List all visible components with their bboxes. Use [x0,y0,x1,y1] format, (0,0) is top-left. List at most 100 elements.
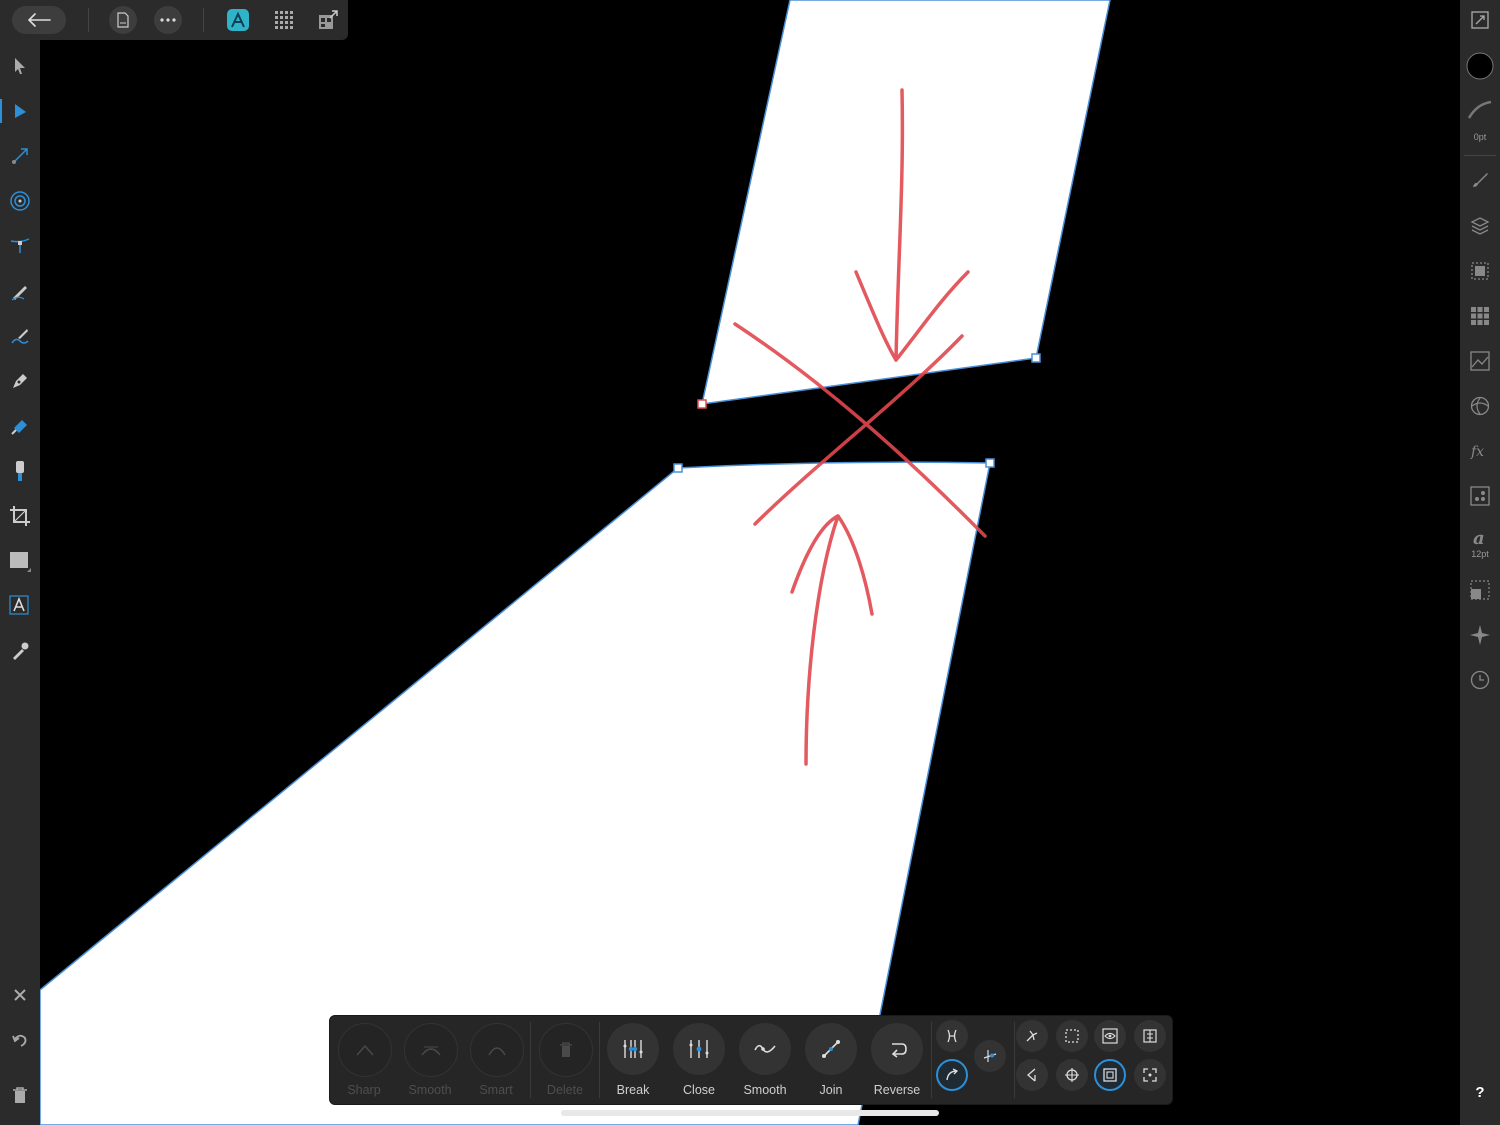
transform-mode-button[interactable] [936,1059,968,1091]
point-transform-icon [12,148,28,164]
transparency-icon [16,461,24,481]
selection-box-button[interactable] [1134,1059,1166,1091]
designer-persona-icon [227,9,249,31]
studio-panel: 0pt fx a 12pt ? [1460,0,1500,1125]
node-handle[interactable] [697,399,707,409]
fill-tool[interactable] [0,406,40,446]
image-icon [1470,351,1490,371]
break-button-circle [607,1023,659,1075]
constraints-button[interactable] [1460,251,1500,291]
transparency-tool[interactable] [0,451,40,491]
top-bar [0,0,348,40]
resize-studio-button[interactable] [1460,0,1500,40]
target-button[interactable] [1056,1059,1088,1091]
transform-box-icon [1103,1068,1117,1082]
show-handles-button[interactable] [1094,1020,1126,1052]
history-button[interactable] [1460,660,1500,700]
stroke-button[interactable] [1460,90,1500,130]
pen-tool[interactable] [0,361,40,401]
design-canvas[interactable] [0,0,1500,1125]
fill-color-swatch[interactable] [1460,46,1500,86]
smooth-node-button[interactable]: Smooth [400,1021,460,1101]
delete-button[interactable]: Delete [535,1021,595,1101]
artistic-text-tool[interactable] [0,586,40,626]
close-curve-button[interactable]: Close [669,1021,729,1101]
rectangle-tool[interactable] [0,541,40,581]
export-persona-button[interactable] [314,6,342,34]
break-button[interactable]: Break [603,1021,663,1101]
brushes-button[interactable] [1460,160,1500,200]
pencil-tool[interactable] [0,271,40,311]
corner-tool[interactable] [0,226,40,266]
text-icon [9,595,29,615]
node-snapping-button[interactable] [974,1040,1006,1072]
toolbar-separator [1014,1022,1015,1098]
fx-icon: fx [1470,444,1484,459]
smart-button[interactable]: Smart [466,1021,526,1101]
svg-text:a: a [1473,528,1485,548]
more-button[interactable] [154,6,182,34]
layers-button[interactable] [1460,206,1500,246]
swatches-button[interactable] [1460,296,1500,336]
select-direction-button[interactable] [1016,1059,1048,1091]
cursor-plus-icon [1026,1030,1038,1042]
more-icon [160,18,176,22]
trash-button[interactable] [0,1075,40,1115]
close-curve-icon [689,1040,709,1058]
select-same-button[interactable] [1016,1020,1048,1052]
compass-icon [1470,625,1490,645]
undo-button[interactable] [0,1020,40,1060]
snap-button[interactable] [936,1020,968,1052]
close-button[interactable] [0,975,40,1015]
node-handle[interactable] [1031,353,1041,363]
pixel-persona-button[interactable] [270,6,298,34]
designer-persona-button[interactable] [224,6,252,34]
pencil-icon [11,286,27,301]
join-button[interactable]: Join [801,1021,861,1101]
eyedropper-icon [13,642,29,660]
vector-brush-tool[interactable] [0,316,40,356]
smooth-node-button-circle [404,1023,458,1077]
transform-button[interactable] [1460,570,1500,610]
arrow-left-icon [27,13,51,27]
fill-swatch-icon [1466,52,1494,80]
node-tool[interactable] [0,91,40,131]
crop-tool[interactable] [0,496,40,536]
reverse-button[interactable]: Reverse [867,1021,927,1101]
smart-label: Smart [479,1083,513,1097]
point-transform-tool[interactable] [0,136,40,176]
panel-separator [1464,155,1496,156]
contour-tool[interactable] [0,181,40,221]
node-handle[interactable] [985,458,995,468]
select-all-nodes-button[interactable] [1056,1020,1088,1052]
swatches-icon [1471,307,1489,325]
effects-button[interactable]: fx [1460,431,1500,471]
join-icon [822,1040,840,1058]
document-button[interactable] [109,6,137,34]
transform-box-button[interactable] [1094,1059,1126,1091]
smooth-curve-button[interactable]: Smooth [735,1021,795,1101]
vector-brush-icon [11,329,29,344]
reverse-label: Reverse [873,1083,921,1097]
stock-button[interactable] [1460,341,1500,381]
document-icon [117,12,129,28]
sharp-button[interactable]: Sharp [334,1021,394,1101]
symbols-button[interactable] [1460,476,1500,516]
join-button-circle [805,1023,857,1075]
clock-icon [1470,670,1490,690]
navigator-button[interactable] [1460,615,1500,655]
help-button[interactable]: ? [1460,1084,1500,1101]
move-tool[interactable] [0,46,40,86]
align-nodes-button[interactable] [1134,1020,1166,1052]
back-button[interactable] [12,6,66,34]
node-snap-icon [983,1050,997,1062]
color-picker-tool[interactable] [0,631,40,671]
color-button[interactable] [1460,386,1500,426]
sharp-button-circle [338,1023,392,1077]
curve-arrow-icon [946,1068,959,1081]
node-handle[interactable] [673,463,683,473]
svg-text:fx: fx [1470,444,1484,459]
eye-box-icon [1102,1028,1118,1044]
dashed-square-icon [1065,1029,1079,1043]
smooth-curve-icon [754,1044,776,1053]
